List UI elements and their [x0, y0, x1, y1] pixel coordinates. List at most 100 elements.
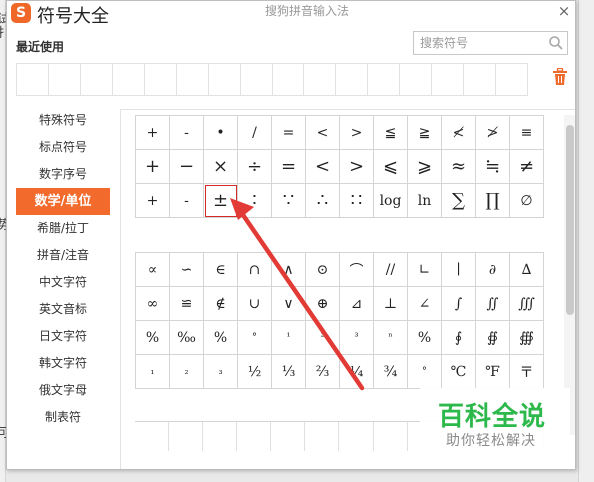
symbol-cell[interactable]: ⅔: [306, 355, 340, 389]
symbol-cell[interactable]: ₃: [204, 355, 238, 389]
recent-slot[interactable]: [304, 64, 337, 95]
close-button[interactable]: ×: [555, 2, 573, 20]
recent-slot[interactable]: [273, 64, 305, 95]
symbol-cell[interactable]: >: [340, 150, 374, 184]
sidebar-item-korean[interactable]: 韩文字符: [16, 350, 110, 377]
sidebar-item-phonetic[interactable]: 英文音标: [16, 296, 110, 323]
symbol-cell[interactable]: ∭: [510, 287, 544, 321]
recent-slot[interactable]: [496, 64, 527, 95]
symbol-cell[interactable]: [135, 422, 170, 451]
recent-slot[interactable]: [241, 64, 273, 95]
symbol-cell[interactable]: ⩽: [374, 150, 408, 184]
symbol-cell[interactable]: %: [204, 321, 238, 355]
symbol-cell[interactable]: [203, 422, 238, 451]
recent-slot[interactable]: [368, 64, 401, 95]
symbol-cell-plus-minus-selected[interactable]: ±: [204, 184, 238, 218]
sidebar-item-chinese[interactable]: 中文字符: [16, 269, 110, 296]
symbol-cell[interactable]: [237, 422, 272, 451]
symbol-cell[interactable]: °: [238, 321, 272, 355]
symbol-cell[interactable]: ≒: [476, 150, 510, 184]
symbol-cell[interactable]: ₁: [136, 355, 170, 389]
symbol-cell[interactable]: [305, 422, 340, 451]
recent-slot[interactable]: [145, 64, 177, 95]
symbol-cell[interactable]: ≌: [170, 287, 204, 321]
symbol-cell[interactable]: ℉: [476, 355, 510, 389]
sidebar-item-greek-latin[interactable]: 希腊/拉丁: [16, 215, 110, 242]
symbol-cell[interactable]: +: [136, 184, 170, 218]
symbol-cell[interactable]: ∮: [442, 321, 476, 355]
trash-icon[interactable]: [552, 68, 568, 86]
symbol-cell[interactable]: ÷: [238, 150, 272, 184]
symbol-cell[interactable]: ∰: [510, 321, 544, 355]
symbol-cell[interactable]: //: [374, 253, 408, 287]
symbol-cell[interactable]: ∬: [476, 287, 510, 321]
symbol-cell[interactable]: ¼: [340, 355, 374, 389]
symbol-cell[interactable]: ∣: [442, 253, 476, 287]
search-icon[interactable]: [548, 35, 564, 51]
symbol-cell[interactable]: -: [170, 184, 204, 218]
symbol-cell[interactable]: ℃: [442, 355, 476, 389]
symbol-cell[interactable]: 〒: [510, 355, 544, 389]
symbol-cell[interactable]: ×: [204, 150, 238, 184]
symbol-cell[interactable]: >: [340, 116, 374, 150]
search-box[interactable]: [413, 31, 568, 55]
symbol-cell[interactable]: <: [306, 150, 340, 184]
symbol-cell[interactable]: ∴: [306, 184, 340, 218]
symbol-cell[interactable]: ⊿: [340, 287, 374, 321]
symbol-cell[interactable]: ‰: [170, 321, 204, 355]
symbol-cell[interactable]: ∝: [136, 253, 170, 287]
symbol-cell[interactable]: [271, 422, 306, 451]
symbol-cell[interactable]: %: [136, 321, 170, 355]
symbol-cell[interactable]: ∞: [136, 287, 170, 321]
symbol-cell[interactable]: =: [272, 116, 306, 150]
vertical-scrollbar[interactable]: [564, 115, 575, 435]
recent-slot[interactable]: [464, 64, 497, 95]
symbol-cell[interactable]: ∪: [238, 287, 272, 321]
symbol-cell[interactable]: [169, 422, 204, 451]
symbol-cell[interactable]: %: [408, 321, 442, 355]
symbol-cell[interactable]: •: [204, 116, 238, 150]
symbol-cell[interactable]: ∟: [408, 253, 442, 287]
symbol-cell[interactable]: ≧: [408, 116, 442, 150]
symbol-cell[interactable]: ∈: [204, 253, 238, 287]
symbol-cell[interactable]: ∩: [238, 253, 272, 287]
symbol-cell[interactable]: ≠: [510, 150, 544, 184]
sidebar-item-punctuation[interactable]: 标点符号: [16, 134, 110, 161]
symbol-cell[interactable]: ∫: [442, 287, 476, 321]
recent-slot[interactable]: [81, 64, 113, 95]
sidebar-item-japanese[interactable]: 日文字符: [16, 323, 110, 350]
symbol-cell[interactable]: ∑: [442, 184, 476, 218]
symbol-cell[interactable]: log: [374, 184, 408, 218]
title-bar[interactable]: S 符号大全 搜狗拼音输入法 ×: [7, 1, 575, 27]
symbol-cell[interactable]: ⊥: [374, 287, 408, 321]
symbol-cell[interactable]: -: [170, 116, 204, 150]
symbol-cell[interactable]: ln: [408, 184, 442, 218]
symbol-cell[interactable]: ≡: [510, 116, 544, 150]
symbol-cell[interactable]: ∂: [476, 253, 510, 287]
symbol-cell[interactable]: ∧: [272, 253, 306, 287]
symbol-cell[interactable]: <: [306, 116, 340, 150]
symbol-cell[interactable]: ∠: [408, 287, 442, 321]
symbol-cell[interactable]: [339, 422, 374, 451]
symbol-cell[interactable]: ∽: [170, 253, 204, 287]
recent-slot[interactable]: [336, 64, 369, 95]
symbol-cell[interactable]: ⊕: [306, 287, 340, 321]
symbol-cell[interactable]: °: [408, 355, 442, 389]
symbol-cell[interactable]: ≮: [442, 116, 476, 150]
symbol-cell[interactable]: ≈: [442, 150, 476, 184]
symbol-cell[interactable]: /: [238, 116, 272, 150]
symbol-cell[interactable]: ⩾: [408, 150, 442, 184]
recent-slot[interactable]: [49, 64, 81, 95]
symbol-cell[interactable]: ⅓: [272, 355, 306, 389]
symbol-cell[interactable]: −: [170, 150, 204, 184]
symbol-cell[interactable]: ∨: [272, 287, 306, 321]
symbol-cell[interactable]: ∷: [340, 184, 374, 218]
symbol-cell[interactable]: ₂: [170, 355, 204, 389]
sidebar-item-pinyin[interactable]: 拼音/注音: [16, 242, 110, 269]
symbol-cell[interactable]: ²: [306, 321, 340, 355]
symbol-cell[interactable]: ∆: [510, 253, 544, 287]
sidebar-item-numbers[interactable]: 数字序号: [16, 161, 110, 188]
recent-slot[interactable]: [17, 64, 49, 95]
symbol-cell[interactable]: ⁿ: [374, 321, 408, 355]
symbol-cell[interactable]: ∏: [476, 184, 510, 218]
